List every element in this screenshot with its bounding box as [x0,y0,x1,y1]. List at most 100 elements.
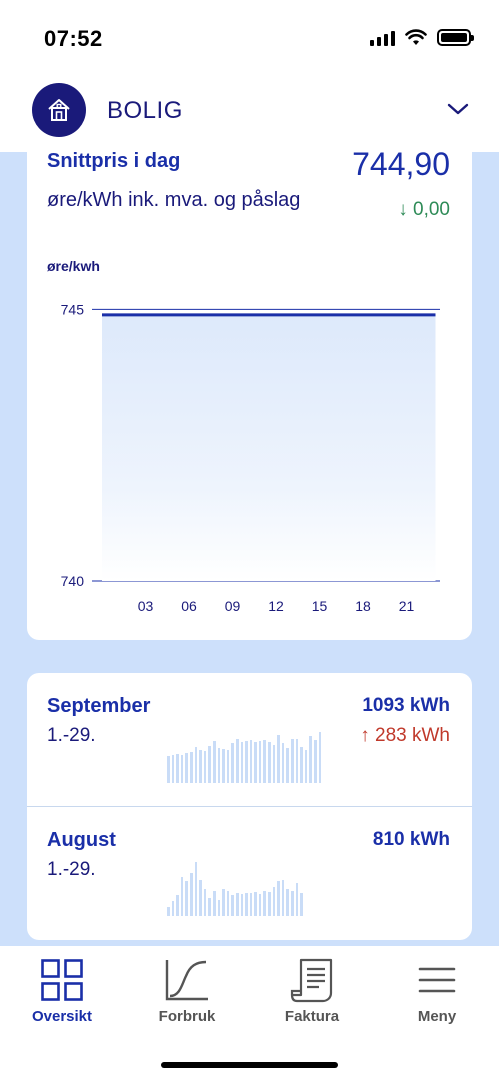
consumption-range: 1.-29. [47,725,96,746]
sparkline-bar [194,862,198,916]
nav-label: Meny [417,1008,457,1025]
sparkline-bar [212,891,216,916]
hamburger-menu-icon [418,967,456,993]
sparkline-bar [254,742,257,783]
sparkline-bar [226,750,230,783]
sparkline-bar [286,748,290,783]
sparkline-bar [167,907,170,916]
cellular-signal-icon [370,30,395,46]
sparkline-bar [277,881,280,916]
nav-faktura[interactable]: Faktura [257,956,367,1025]
consumption-diff: ↑ 283 kWh [360,725,450,746]
grid-icon [41,959,83,1001]
sparkline-bar [167,756,170,783]
sparkline-bar [180,877,184,916]
sparkline-bar [222,749,225,783]
sparkline-bar [263,740,267,783]
status-time: 07:52 [44,26,103,51]
nav-meny[interactable]: Meny [382,956,492,1025]
sparkline-bar [254,892,257,916]
home-indicator [161,1062,338,1068]
sparkline-bar [176,754,179,783]
sparkline-bar [171,901,175,916]
nav-label: Forbruk [158,1008,216,1025]
curve-chart-icon [165,960,208,1001]
sparkline-bar [272,887,276,916]
sparkline-bar [300,747,303,783]
consumption-kwh: 810 kWh [372,829,450,850]
sparkline-bar [291,739,294,783]
chevron-down-icon[interactable] [447,102,469,116]
sparkline-bar [235,893,239,916]
chart-y-unit: øre/kwh [47,258,100,274]
sparkline-bar [318,732,322,783]
sparkline-bar [199,750,202,783]
sparkline-bar [309,736,312,783]
sparkline-bar [295,739,299,783]
sparkline-bar [277,735,280,783]
location-header[interactable]: BOLIG [0,80,499,152]
status-icons [370,29,474,46]
sparkline-bar [272,745,276,783]
consumption-card: September 1.-29. 1093 kWh ↑ 283 kWh Augu… [27,673,472,940]
y-tick-label: 740 [61,573,85,589]
sparkline-bar [235,739,239,783]
sparkline-bar [245,893,248,916]
nav-label: Oversikt [31,1008,93,1025]
sparkline-bar [249,740,253,783]
nav-oversikt[interactable]: Oversikt [7,956,117,1025]
sparkline-bar [268,892,271,916]
location-title: BOLIG [107,97,183,124]
sparkline-bar [185,753,188,783]
price-unit-text: øre/kWh ink. mva. og påslag [47,189,301,211]
consumption-month: August [47,829,116,851]
sparkline-bar [314,740,317,783]
price-change: ↓ 0,00 [398,199,450,220]
sparkline-bar [217,748,221,783]
sparkline-bar [231,895,234,916]
sparkline-bar [217,900,221,916]
house-icon [32,83,86,137]
sparkline-bar [189,752,193,783]
sparkline-bar [263,891,267,916]
sparkline-bar [231,743,234,783]
sparkline-bar [189,873,193,916]
x-tick-label: 09 [225,598,241,614]
sparkline-bar [208,746,211,783]
sparkline-bar [258,741,262,783]
sparkline-bar [226,891,230,916]
consumption-month: September [47,695,151,717]
sparkline-bar [222,889,225,916]
price-card-title: Snittpris i dag [47,150,181,172]
sparkline-bar [281,880,285,916]
sparkline-bar [212,741,216,783]
sparkline-bar [258,894,262,916]
sparkline-bar [300,893,303,916]
sparkline-bar [281,743,285,783]
y-tick-label: 745 [61,301,85,317]
consumption-row-current[interactable]: September 1.-29. 1093 kWh ↑ 283 kWh [27,673,472,805]
x-tick-label: 03 [138,598,154,614]
bottom-navigation: Oversikt Forbruk Faktura Meny [0,946,499,1080]
sparkline-bar [199,880,202,916]
sparkline-bar [291,891,294,916]
sparkline-bar [249,893,253,916]
sparkline-bar [180,755,184,783]
price-card[interactable]: Snittpris i dag 744,90 øre/kWh ink. mva.… [27,146,472,640]
sparkline-bar [268,742,271,783]
sparkline-bar [171,755,175,783]
price-chart[interactable]: 745 740 03 06 09 12 15 18 21 [27,282,472,632]
sparkline-bar [208,898,211,916]
consumption-row-previous[interactable]: August 1.-29. 810 kWh [27,806,472,938]
sparkline-bar [194,747,198,783]
receipt-icon [290,958,333,1003]
sparkline-bar [203,751,207,783]
consumption-sparkline [167,723,322,783]
battery-icon [437,29,474,46]
sparkline-bar [240,742,244,783]
nav-forbruk[interactable]: Forbruk [132,956,242,1025]
nav-label: Faktura [284,1008,340,1025]
x-tick-label: 06 [181,598,197,614]
sparkline-bar [185,881,188,916]
sparkline-bar [304,750,308,783]
